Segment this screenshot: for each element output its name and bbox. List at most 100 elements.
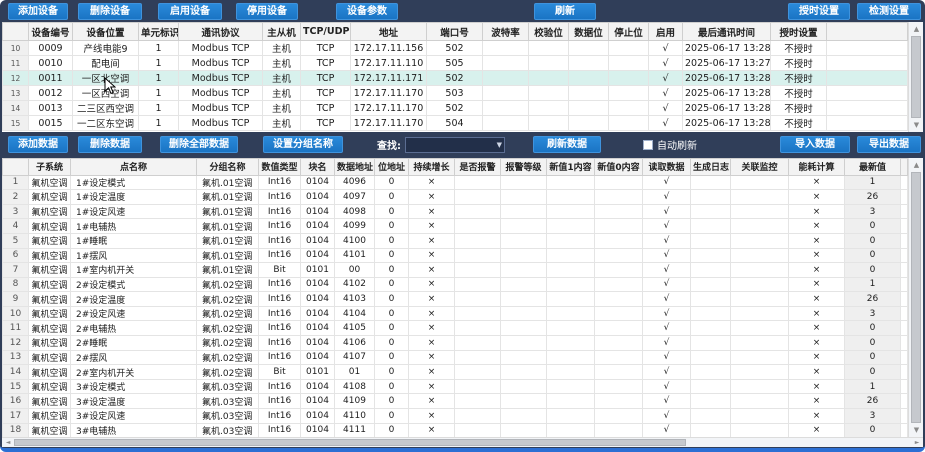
cell-location: 一区西空调 <box>73 86 139 101</box>
table-row[interactable]: 120011一区北空调1Modbus TCP主机TCP172.17.11.171… <box>3 71 908 86</box>
data-table-hscrollbar[interactable]: ◄ ► <box>2 437 923 447</box>
column-header[interactable]: 授时设置 <box>771 23 827 41</box>
column-header[interactable]: 数据位 <box>569 23 609 41</box>
auto-refresh-checkbox[interactable] <box>643 140 653 150</box>
cell-point: 1#室内机开关 <box>71 263 197 278</box>
cell-databits <box>569 86 609 101</box>
table-row[interactable]: 18氟机空调3#电辅热氟机.03空调Int16010441110×√×0 <box>3 423 908 437</box>
column-header[interactable]: TCP/UDP <box>301 23 351 41</box>
column-header[interactable]: 分组名称 <box>197 158 259 175</box>
refresh-devices-button[interactable]: 刷新 <box>534 3 596 20</box>
table-row[interactable]: 17氟机空调3#设定风速氟机.03空调Int16010441100×√×3 <box>3 409 908 424</box>
table-row[interactable]: 12氟机空调2#睡眠氟机.02空调Int16010441060×√×0 <box>3 336 908 351</box>
column-header[interactable]: 能耗计算 <box>789 158 845 175</box>
device-table-vscrollbar[interactable]: ▲ ▼ <box>908 22 923 132</box>
table-row[interactable]: 13氟机空调2#摆风氟机.02空调Int16010441070×√×0 <box>3 350 908 365</box>
table-row[interactable]: 15氟机空调3#设定模式氟机.03空调Int16010441080×√×1 <box>3 379 908 394</box>
column-header[interactable]: 波特率 <box>483 23 529 41</box>
column-header[interactable] <box>901 158 908 175</box>
column-header[interactable]: 数值类型 <box>259 158 301 175</box>
table-row[interactable]: 11氟机空调2#电辅热氟机.02空调Int16010441050×√×0 <box>3 321 908 336</box>
scroll-down-icon[interactable]: ▼ <box>909 118 923 132</box>
table-row[interactable]: 110010配电间1Modbus TCP主机TCP172.17.11.11050… <box>3 56 908 71</box>
timing-settings-button[interactable]: 授时设置 <box>788 3 850 20</box>
scroll-up-icon[interactable]: ▲ <box>909 22 923 36</box>
column-header[interactable]: 读取数据 <box>643 158 691 175</box>
column-header[interactable]: 设备编号 <box>29 23 73 41</box>
column-header[interactable]: 报警等级 <box>501 158 547 175</box>
column-header[interactable]: 子系统 <box>29 158 71 175</box>
data-table-vscrollbar[interactable]: ▲ ▼ <box>908 158 923 437</box>
scroll-left-icon[interactable]: ◄ <box>2 438 14 447</box>
table-row[interactable]: 100009产线电能91Modbus TCP主机TCP172.17.11.156… <box>3 41 908 56</box>
column-header[interactable]: 停止位 <box>609 23 649 41</box>
find-combobox[interactable]: ▼ <box>405 137 505 153</box>
column-header[interactable]: 生成日志 <box>691 158 731 175</box>
data-vscroll-thumb[interactable] <box>911 172 921 423</box>
column-header[interactable]: 位地址 <box>375 158 409 175</box>
delete-device-button[interactable]: 删除设备 <box>78 3 142 20</box>
cell-monitor <box>731 379 789 394</box>
column-header[interactable]: 最后通讯时间 <box>683 23 771 41</box>
table-row[interactable]: 130012一区西空调1Modbus TCP主机TCP172.17.11.170… <box>3 86 908 101</box>
column-header[interactable]: 设备位置 <box>73 23 139 41</box>
column-header[interactable] <box>3 23 29 41</box>
column-header[interactable]: 是否报警 <box>455 158 501 175</box>
table-row[interactable]: 150015一二区东空调1Modbus TCP主机TCP172.17.11.17… <box>3 116 908 131</box>
refresh-data-button[interactable]: 刷新数据 <box>533 136 601 153</box>
column-header[interactable]: 通讯协议 <box>179 23 263 41</box>
table-row[interactable]: 3氟机空调1#设定风速氟机.01空调Int16010440980×√×3 <box>3 204 908 219</box>
column-header[interactable]: 地址 <box>351 23 427 41</box>
column-header[interactable]: 启用 <box>649 23 683 41</box>
column-header[interactable]: 新值1内容 <box>547 158 595 175</box>
cell-val1 <box>547 219 595 234</box>
detect-settings-button[interactable]: 检测设置 <box>857 3 921 20</box>
column-header[interactable]: 校验位 <box>529 23 569 41</box>
delete-data-button[interactable]: 删除数据 <box>78 136 142 153</box>
column-header[interactable]: 持续增长 <box>409 158 455 175</box>
table-row[interactable]: 8氟机空调2#设定模式氟机.02空调Int16010441020×√×1 <box>3 277 908 292</box>
column-header[interactable] <box>3 158 29 175</box>
import-data-button[interactable]: 导入数据 <box>780 136 850 153</box>
table-row[interactable]: 16氟机空调3#设定温度氟机.03空调Int16010441090×√×26 <box>3 394 908 409</box>
table-row[interactable]: 4氟机空调1#电辅热氟机.01空调Int16010440990×√×0 <box>3 219 908 234</box>
delete-all-data-button[interactable]: 删除全部数据 <box>160 136 238 153</box>
column-header[interactable]: 端口号 <box>427 23 483 41</box>
table-row[interactable]: 5氟机空调1#睡眠氟机.01空调Int16010441000×√×0 <box>3 233 908 248</box>
auto-refresh-toggle[interactable]: 自动刷新 <box>643 137 697 152</box>
column-header[interactable]: 块名 <box>301 158 335 175</box>
set-group-name-button[interactable]: 设置分组名称 <box>263 136 343 153</box>
cell-group: 氟机.01空调 <box>197 190 259 205</box>
scroll-right-icon[interactable]: ► <box>911 438 923 447</box>
cell-role: 主机 <box>263 71 301 86</box>
column-header[interactable]: 新值0内容 <box>595 158 643 175</box>
column-header[interactable]: 数据地址 <box>335 158 375 175</box>
table-row[interactable]: 2氟机空调1#设定温度氟机.01空调Int16010440970×√×26 <box>3 190 908 205</box>
add-data-button[interactable]: 添加数据 <box>8 136 68 153</box>
table-row[interactable]: 14氟机空调2#室内机开关氟机.02空调Bit0101010×√×0 <box>3 365 908 380</box>
scroll-down-icon[interactable]: ▼ <box>909 423 923 437</box>
scroll-up-icon[interactable]: ▲ <box>909 158 923 172</box>
chevron-down-icon[interactable]: ▼ <box>497 140 502 150</box>
disable-device-button[interactable]: 停用设备 <box>236 3 298 20</box>
enable-device-button[interactable]: 启用设备 <box>158 3 222 20</box>
export-data-button[interactable]: 导出数据 <box>857 136 921 153</box>
cell-grow: × <box>409 336 455 351</box>
column-header[interactable] <box>827 23 908 41</box>
table-row[interactable]: 7氟机空调1#室内机开关氟机.01空调Bit0101000×√×0 <box>3 263 908 278</box>
table-row[interactable]: 9氟机空调2#设定温度氟机.02空调Int16010441030×√×26 <box>3 292 908 307</box>
column-header[interactable]: 单元标识 <box>139 23 179 41</box>
table-row[interactable]: 10氟机空调2#设定风速氟机.02空调Int16010441040×√×3 <box>3 306 908 321</box>
column-header[interactable]: 点名称 <box>71 158 197 175</box>
table-row[interactable]: 6氟机空调1#摆风氟机.01空调Int16010441010×√×0 <box>3 248 908 263</box>
column-header[interactable]: 主从机 <box>263 23 301 41</box>
column-header[interactable]: 最新值 <box>845 158 901 175</box>
column-header[interactable]: 关联监控 <box>731 158 789 175</box>
add-device-button[interactable]: 添加设备 <box>8 3 68 20</box>
table-row[interactable]: 140013二三区西空调1Modbus TCP主机TCP172.17.11.17… <box>3 101 908 116</box>
row-header: 16 <box>3 394 29 409</box>
device-params-button[interactable]: 设备参数 <box>336 3 398 20</box>
data-hscroll-thumb[interactable] <box>14 439 686 446</box>
device-vscroll-thumb[interactable] <box>911 36 921 118</box>
table-row[interactable]: 1氟机空调1#设定模式氟机.01空调Int16010440960×√×1 <box>3 175 908 190</box>
